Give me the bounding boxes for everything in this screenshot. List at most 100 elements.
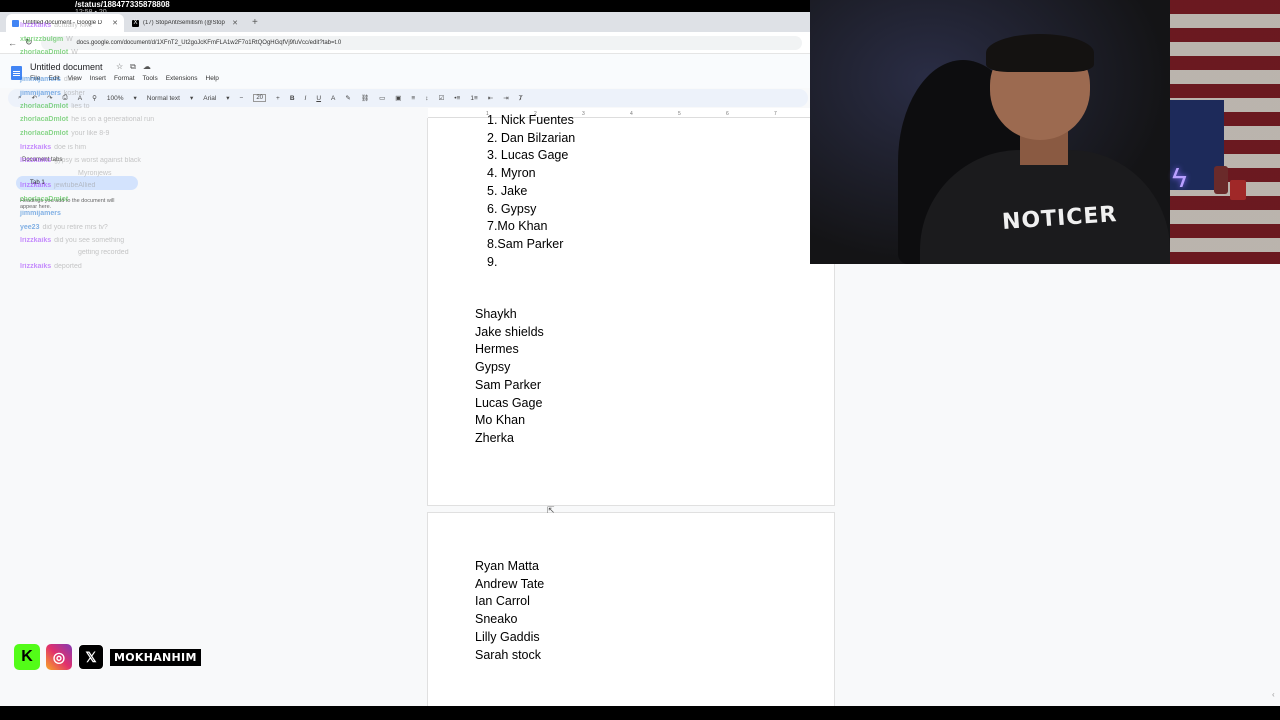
font-select[interactable]: Arial	[203, 95, 216, 102]
document-title[interactable]: Untitled document	[30, 62, 103, 72]
chat-username: zhorlacaDmlot	[20, 49, 69, 56]
chat-message-text: did you retire mrs tv?	[42, 224, 108, 231]
browser-tab-title: (17) StopAntiSemitism (@Stop	[143, 20, 225, 26]
ruler-tick-label: 6	[726, 111, 729, 117]
browser-tab-x[interactable]: X (17) StopAntiSemitism (@Stop ✕	[126, 14, 244, 32]
title-icons: ☆ ⧉ ☁	[116, 62, 151, 72]
name-line[interactable]: Sneako	[475, 612, 517, 626]
browser-tab-strip: Untitled document - Google D ✕ X (17) St…	[0, 12, 810, 32]
document-page-1[interactable]: 1. Nick Fuentes 2. Dan Bilzarian 3. Lucas …	[427, 113, 835, 506]
clear-formatting-icon[interactable]: Ⱦ	[519, 95, 523, 102]
chat-message: zhorlacaDmlot your like 8-9	[20, 130, 109, 137]
numbered-list-item[interactable]: 9.	[487, 255, 497, 269]
increase-indent-icon[interactable]: ⇥	[503, 94, 508, 102]
name-line[interactable]: Ian Carrol	[475, 594, 530, 608]
close-icon[interactable]: ✕	[112, 19, 118, 27]
url-field[interactable]: docs.google.com/document/d/1XFnT2_Ut2goJ…	[40, 35, 802, 50]
menu-extensions[interactable]: Extensions	[166, 75, 198, 82]
social-handle: MOKHANHIM	[110, 648, 201, 666]
chat-message: jimmijamers kosher	[20, 90, 85, 97]
close-icon[interactable]: ✕	[232, 19, 238, 27]
document-page-2[interactable]: Ryan Matta Andrew Tate Ian Carrol Sneako Lil…	[427, 512, 835, 712]
new-tab-button[interactable]: +	[246, 14, 264, 32]
screen: /status/1884773358788​08 12:58 ▪ 20 Unti…	[0, 0, 1280, 720]
chat-username: zhorlacaDmlot	[20, 103, 69, 110]
image-icon[interactable]: ▣	[395, 94, 401, 102]
chat-username: zhorlacaDmlot	[20, 196, 69, 203]
star-icon[interactable]: ☆	[116, 62, 123, 72]
chat-message-text: he is on a generational run	[71, 116, 155, 123]
name-line[interactable]: Gypsy	[475, 360, 510, 374]
menu-tools[interactable]: Tools	[143, 75, 158, 82]
bottom-black-strip	[0, 706, 1280, 720]
numbered-list-item[interactable]: 6. Gypsy	[487, 202, 536, 216]
name-line[interactable]: Sarah stock	[475, 648, 541, 662]
name-line[interactable]: Sam Parker	[475, 378, 541, 392]
chat-message: jimmijamers dcdv	[20, 76, 79, 83]
numbered-list-item[interactable]: 5. Jake	[487, 184, 527, 198]
chevron-down-icon: ▾	[226, 95, 230, 102]
numbered-list-item[interactable]: 3. Lucas Gage	[487, 148, 568, 162]
bulleted-list-icon[interactable]: •≡	[454, 95, 460, 102]
underline-icon[interactable]: U	[316, 95, 321, 102]
name-line[interactable]: Ryan Matta	[475, 559, 539, 573]
name-line[interactable]: Andrew Tate	[475, 577, 544, 591]
paint-format-icon[interactable]: ⚲	[92, 94, 97, 102]
chat-username: lrizzkaiks	[20, 182, 52, 189]
align-icon[interactable]: ≡	[411, 95, 415, 102]
chat-message-text: W	[66, 36, 73, 43]
name-line[interactable]: Zherka	[475, 431, 514, 445]
chat-message: xtgrizzbulgm W	[20, 36, 73, 43]
move-folder-icon[interactable]: ⧉	[130, 62, 136, 72]
name-line[interactable]: Jake shields	[475, 325, 544, 339]
increase-size-icon[interactable]: +	[276, 95, 280, 102]
name-line[interactable]: Lucas Gage	[475, 396, 542, 410]
chat-message-text: kosher	[63, 90, 85, 97]
name-line[interactable]: Hermes	[475, 342, 519, 356]
font-size-input[interactable]: 20	[253, 94, 267, 102]
chat-message: lrizzkaiks did you see something	[20, 237, 124, 244]
decrease-size-icon[interactable]: −	[240, 95, 244, 102]
name-line[interactable]: Mo Khan	[475, 413, 525, 427]
shelf-item	[1214, 166, 1228, 194]
chat-message: lrizzkaiks gypsy is worst against black	[20, 157, 141, 164]
numbered-list-icon[interactable]: 1≡	[470, 95, 477, 102]
zoom-select[interactable]: 100%	[107, 95, 124, 102]
chat-message: lrizzkaiks actually kike	[20, 22, 92, 29]
text-color-icon[interactable]: A	[331, 95, 335, 102]
chat-message-text: dcdv	[63, 76, 79, 83]
menu-help[interactable]: Help	[206, 75, 219, 82]
checklist-icon[interactable]: ☑	[438, 94, 444, 102]
link-icon[interactable]: ⛓	[361, 94, 369, 102]
numbered-list-item[interactable]: 1. Nick Fuentes	[487, 113, 574, 127]
style-select[interactable]: Normal text	[147, 95, 180, 102]
numbered-list-item[interactable]: 2. Dan Bilzarian	[487, 131, 575, 145]
menu-insert[interactable]: Insert	[90, 75, 106, 82]
line-spacing-icon[interactable]: ↕	[425, 95, 428, 102]
social-links-bar: K ◎ 𝕏 MOKHANHIM	[14, 644, 201, 670]
scroll-button[interactable]: ‹	[1272, 690, 1275, 699]
chat-message: Myronjews	[75, 170, 111, 177]
numbered-list-item[interactable]: 8.Sam Parker	[487, 237, 563, 251]
highlight-icon[interactable]: ✎	[345, 94, 350, 102]
bold-icon[interactable]: B	[290, 95, 295, 102]
comment-icon[interactable]: ▭	[379, 94, 385, 102]
chat-message-text: deported	[54, 263, 82, 270]
numbered-list-item[interactable]: 7.Mo Khan	[487, 219, 547, 233]
decrease-indent-icon[interactable]: ⇤	[488, 94, 493, 102]
chat-username: lrizzkaiks	[20, 237, 52, 244]
chevron-down-icon: ▾	[189, 95, 194, 102]
menu-format[interactable]: Format	[114, 75, 135, 82]
name-line[interactable]: Lilly Gaddis	[475, 630, 540, 644]
italic-icon[interactable]: I	[305, 95, 307, 102]
name-line[interactable]: Shaykh	[475, 307, 517, 321]
chat-message: zhorlacaDmlot	[20, 196, 71, 203]
numbered-list-item[interactable]: 4. Myron	[487, 166, 536, 180]
back-arrow-icon[interactable]: ←	[8, 38, 17, 48]
chat-message-text: getting recorded	[78, 249, 129, 256]
chat-message: lrizzkaiks doe is him	[20, 144, 86, 151]
mouse-cursor-icon: ⇱	[547, 505, 555, 515]
chat-message: zhorlacaDmlot W	[20, 49, 78, 56]
cloud-status-icon[interactable]: ☁	[143, 62, 151, 72]
chat-message: jimmijamers	[20, 210, 64, 217]
